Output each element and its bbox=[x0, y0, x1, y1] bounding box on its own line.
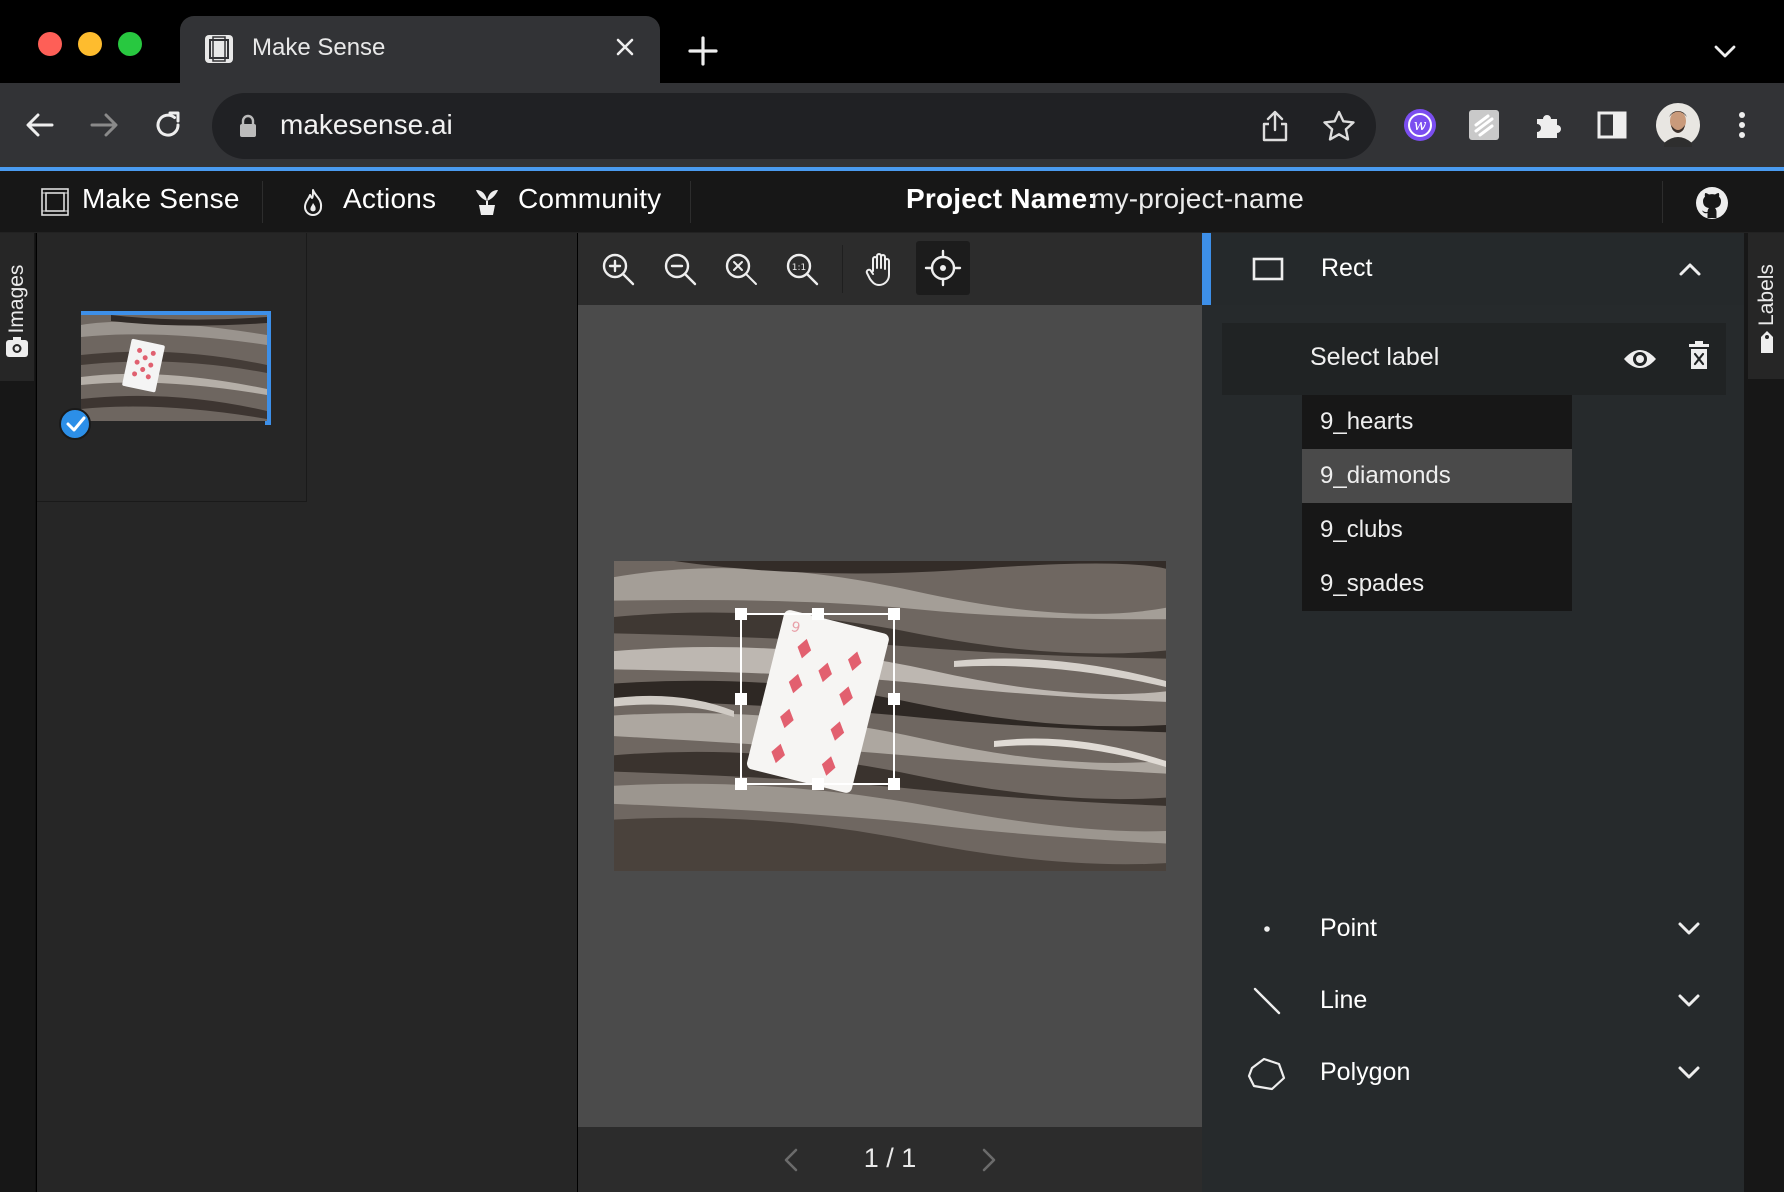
forward-icon[interactable] bbox=[86, 107, 122, 143]
chevron-down-icon[interactable] bbox=[1676, 1064, 1702, 1082]
project-name-input[interactable]: my-project-name bbox=[1091, 183, 1304, 215]
reload-icon[interactable] bbox=[150, 107, 186, 143]
zoom-in-icon[interactable] bbox=[598, 249, 638, 289]
address-bar[interactable]: makesense.ai bbox=[212, 93, 1376, 159]
svg-text:1:1: 1:1 bbox=[792, 263, 806, 273]
editor-toolbar: 1:1 bbox=[578, 233, 1202, 305]
browser-toolbar: makesense.ai w bbox=[0, 83, 1784, 167]
image-thumbnail-cell[interactable] bbox=[37, 233, 307, 502]
minimize-window-button[interactable] bbox=[78, 32, 102, 56]
extension-w-icon[interactable]: w bbox=[1400, 105, 1440, 145]
svg-text:w: w bbox=[1414, 116, 1427, 134]
browser-menu-icon[interactable] bbox=[1722, 105, 1762, 145]
make-sense-logo-icon bbox=[41, 188, 69, 216]
make-sense-favicon-icon bbox=[205, 35, 233, 63]
rect-tool-header[interactable]: Rect bbox=[1202, 233, 1744, 305]
polygon-tool-header[interactable]: Polygon bbox=[1202, 1037, 1744, 1109]
label-option-9-diamonds[interactable]: 9_diamonds bbox=[1302, 449, 1572, 503]
extension-notes-icon[interactable] bbox=[1464, 105, 1504, 145]
browser-tab-bar: Make Sense bbox=[0, 0, 1784, 83]
checkmark-icon bbox=[66, 416, 86, 432]
close-tab-icon[interactable] bbox=[612, 34, 638, 60]
side-panel-icon[interactable] bbox=[1592, 105, 1632, 145]
line-tool-label: Line bbox=[1320, 986, 1368, 1014]
left-sidebar-rail: Images bbox=[0, 233, 36, 1192]
toolbar-divider bbox=[842, 245, 843, 293]
header-divider bbox=[1662, 181, 1663, 223]
eye-icon[interactable] bbox=[1622, 345, 1658, 373]
maximize-window-button[interactable] bbox=[118, 32, 142, 56]
community-menu[interactable]: Community bbox=[518, 183, 661, 215]
next-image-icon[interactable] bbox=[976, 1147, 1000, 1173]
rect-tool-label: Rect bbox=[1321, 254, 1373, 282]
github-icon[interactable] bbox=[1694, 185, 1730, 221]
header-divider bbox=[262, 181, 263, 223]
delete-trash-icon[interactable] bbox=[1688, 341, 1710, 371]
crosshair-icon bbox=[924, 249, 962, 287]
images-tab-label: Images bbox=[5, 264, 28, 334]
back-icon[interactable] bbox=[22, 107, 58, 143]
polygon-tool-label: Polygon bbox=[1320, 1058, 1411, 1086]
zoom-out-icon[interactable] bbox=[660, 249, 700, 289]
polygon-icon bbox=[1247, 1057, 1286, 1091]
image-thumbnail[interactable] bbox=[81, 315, 267, 421]
tab-title: Make Sense bbox=[252, 34, 386, 61]
project-name-label: Project Name: bbox=[906, 183, 1097, 214]
rectangle-icon bbox=[1252, 257, 1284, 281]
label-option-9-hearts[interactable]: 9_hearts bbox=[1302, 395, 1572, 449]
share-icon[interactable] bbox=[1260, 109, 1290, 143]
page-indicator: 1 / 1 bbox=[863, 1143, 917, 1173]
editor-canvas[interactable]: 9 bbox=[578, 305, 1202, 1127]
label-option-9-clubs[interactable]: 9_clubs bbox=[1302, 503, 1572, 557]
browser-tab[interactable]: Make Sense bbox=[180, 16, 660, 83]
labels-tab-label: Labels bbox=[1755, 264, 1778, 326]
image-navigation-bar: 1 / 1 bbox=[578, 1127, 1202, 1192]
point-icon bbox=[1264, 926, 1270, 932]
select-label-dropdown[interactable]: Select label bbox=[1310, 343, 1439, 372]
annotated-check-icon bbox=[59, 408, 91, 440]
thumbnail-selection-frame bbox=[81, 311, 271, 425]
chevron-up-icon[interactable] bbox=[1677, 260, 1703, 278]
app-top-navigation: Make Sense Actions Community Project Nam… bbox=[0, 171, 1784, 233]
chevron-down-icon[interactable] bbox=[1676, 920, 1702, 938]
profile-avatar[interactable] bbox=[1654, 101, 1702, 149]
label-tag-icon bbox=[1761, 331, 1773, 353]
bookmark-star-icon[interactable] bbox=[1322, 109, 1356, 143]
extensions-puzzle-icon[interactable] bbox=[1528, 105, 1568, 145]
zoom-fit-icon[interactable] bbox=[721, 249, 761, 289]
label-options-dropdown: 9_hearts 9_diamonds 9_clubs 9_spades bbox=[1302, 395, 1572, 611]
annotated-image[interactable]: 9 bbox=[614, 561, 1166, 871]
point-tool-header[interactable]: Point bbox=[1202, 893, 1744, 965]
url-text[interactable]: makesense.ai bbox=[280, 109, 453, 141]
plant-icon bbox=[476, 190, 498, 215]
lock-icon[interactable] bbox=[238, 114, 258, 138]
images-tab[interactable]: Images bbox=[0, 233, 34, 381]
actions-menu[interactable]: Actions bbox=[343, 183, 436, 215]
camera-icon bbox=[6, 337, 28, 357]
zoom-actual-size-icon[interactable]: 1:1 bbox=[782, 249, 822, 289]
fire-icon bbox=[304, 189, 323, 216]
line-tool-header[interactable]: Line bbox=[1202, 965, 1744, 1037]
images-panel-empty-cell bbox=[307, 233, 577, 502]
labels-panel: Rect Select label 9_hearts 9_diamonds 9_… bbox=[1202, 233, 1744, 1192]
label-option-9-spades[interactable]: 9_spades bbox=[1302, 557, 1572, 611]
images-panel-background bbox=[37, 502, 577, 1192]
label-selector-row[interactable]: Select label bbox=[1222, 323, 1726, 395]
new-tab-icon[interactable] bbox=[686, 34, 720, 68]
brand-title[interactable]: Make Sense bbox=[82, 183, 240, 215]
labels-tab[interactable]: Labels bbox=[1748, 233, 1784, 379]
point-tool-label: Point bbox=[1320, 914, 1377, 942]
right-sidebar-rail: Labels bbox=[1744, 233, 1784, 1192]
pan-hand-icon[interactable] bbox=[861, 249, 901, 289]
close-window-button[interactable] bbox=[38, 32, 62, 56]
chevron-down-icon[interactable] bbox=[1676, 992, 1702, 1010]
crosshair-toggle-button[interactable] bbox=[916, 241, 970, 295]
tab-list-chevron-icon[interactable] bbox=[1710, 38, 1740, 64]
header-divider bbox=[690, 181, 691, 223]
line-icon bbox=[1253, 987, 1281, 1015]
